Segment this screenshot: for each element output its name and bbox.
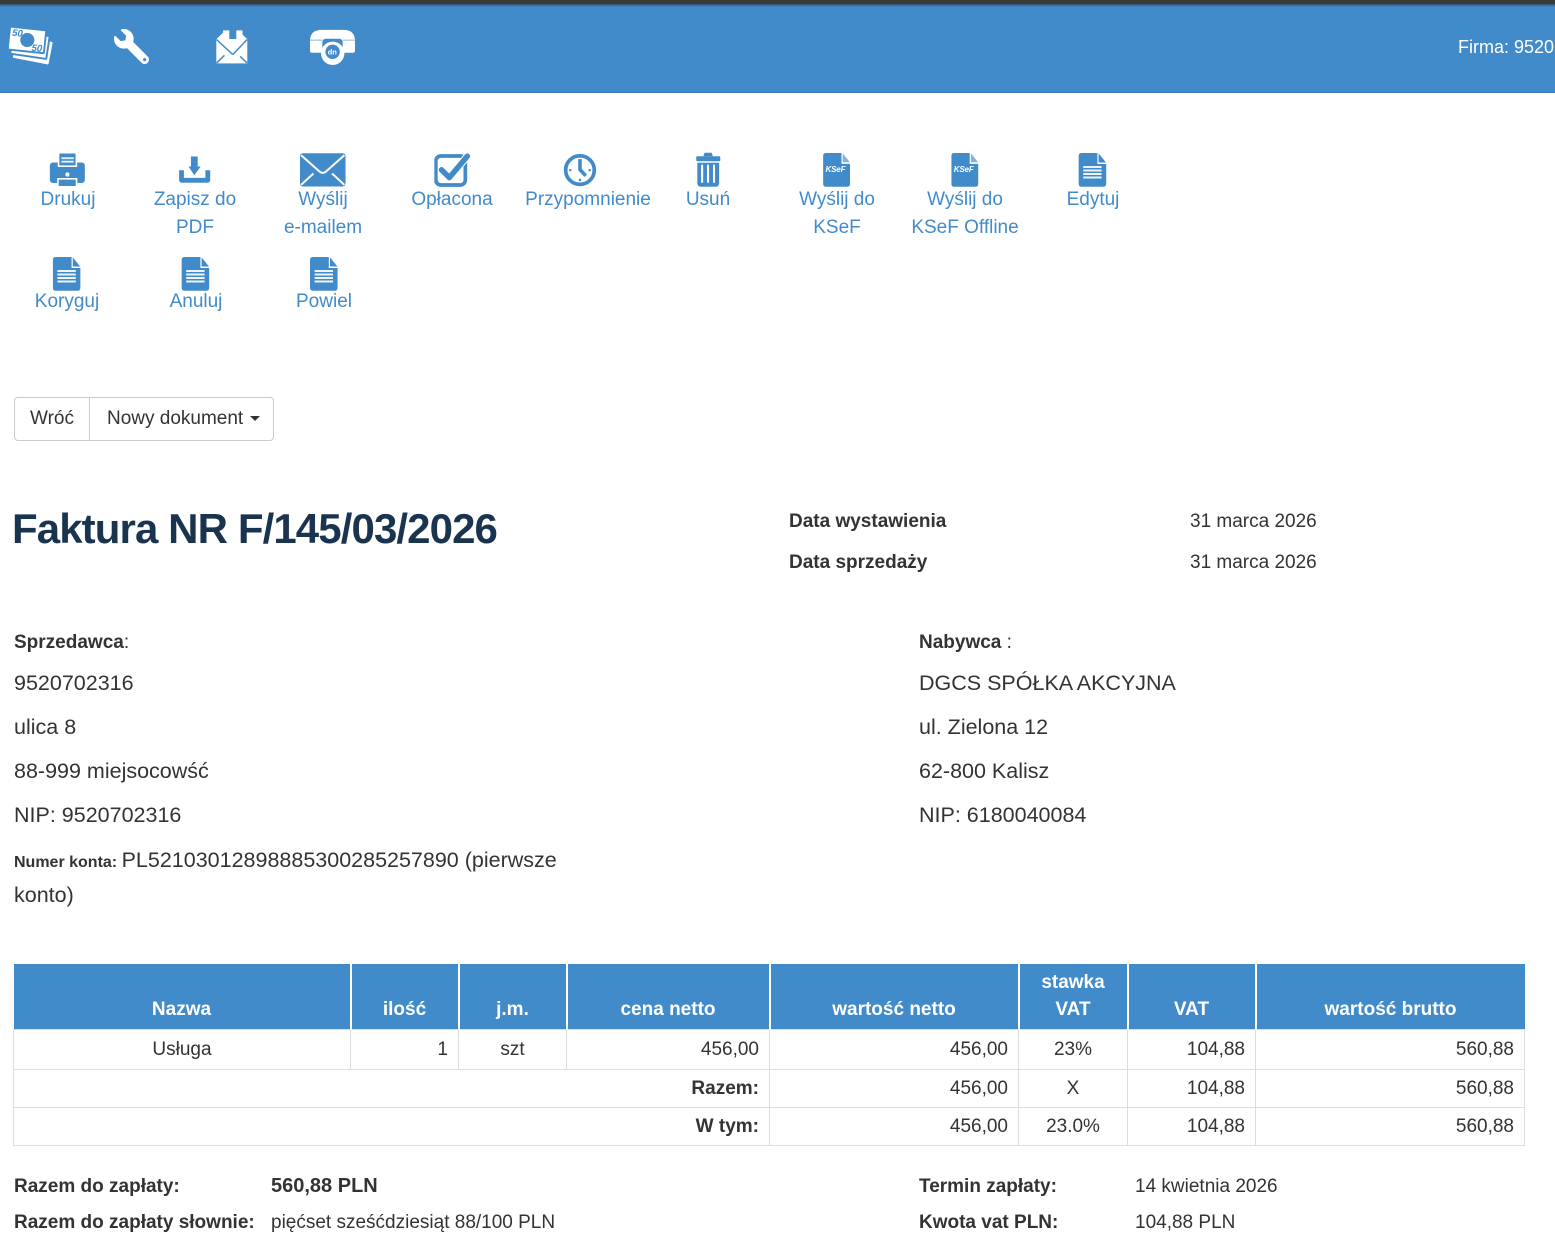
svg-text:KSeF: KSeF xyxy=(826,165,847,174)
svg-text:dn: dn xyxy=(328,48,338,57)
svg-text:KSeF: KSeF xyxy=(954,165,975,174)
svg-text:50: 50 xyxy=(31,43,43,55)
svg-text:50: 50 xyxy=(12,28,24,40)
